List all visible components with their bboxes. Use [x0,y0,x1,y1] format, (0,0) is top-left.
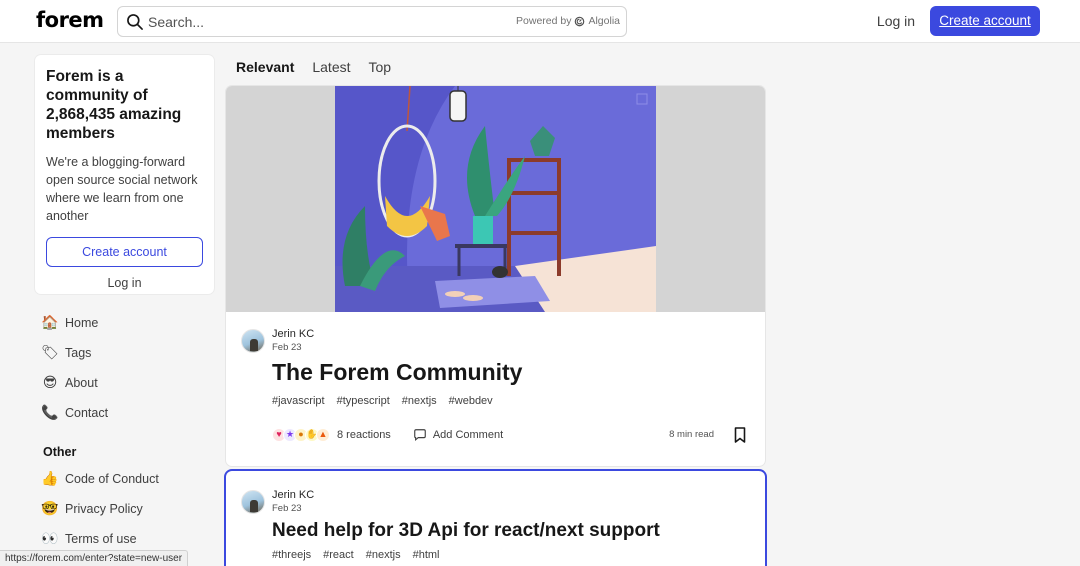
cover-illustration [335,86,656,312]
other-heading: Other [43,445,77,459]
community-description: We're a blogging-forward open source soc… [46,155,198,223]
sidebar-create-account-button[interactable]: Create account [46,237,203,267]
post-date[interactable]: Feb 23 [272,341,314,354]
forem-logo[interactable]: forem [36,8,104,32]
reactions-count[interactable]: 8 reactions [337,429,391,441]
powered-by-label: Powered by [516,15,572,27]
sidebar-item-privacy-policy[interactable]: 🤓 Privacy Policy [35,494,214,524]
post-author[interactable]: Jerin KC Feb 23 [241,328,314,354]
tag-link[interactable]: #typescript [337,395,390,407]
post-card[interactable]: Jerin KC Feb 23 The Forem Community #jav… [226,86,765,466]
tab-latest[interactable]: Latest [304,56,358,78]
tag-link[interactable]: #nextjs [366,549,401,561]
post-title[interactable]: Need help for 3D Api for react/next supp… [272,520,660,542]
add-comment-button[interactable]: Add Comment [413,428,503,442]
community-card: Forem is a community of 2,868,435 amazin… [35,55,214,294]
top-header: forem Powered by Algolia Log in Create a… [0,0,1080,43]
post-tags: #threejs #react #nextjs #html [272,549,451,561]
tab-top[interactable]: Top [361,56,400,78]
comment-icon [413,429,426,442]
tag-icon: 🏷 [41,345,59,361]
reaction-icons: ♥ ★ ● ✋ ▲ [272,428,330,442]
sidebar-item-code-of-conduct[interactable]: 👍 Code of Conduct [35,464,214,494]
sidebar-item-label: Home [65,316,99,330]
eyes-icon: 👀 [41,531,59,547]
house-icon: 🏠 [41,315,59,331]
status-bar-url: https://forem.com/enter?state=new-user [0,550,189,566]
tag-link[interactable]: #javascript [272,395,325,407]
tab-relevant[interactable]: Relevant [228,56,302,78]
read-time: 8 min read [669,429,714,440]
sidebar-item-about[interactable]: 😎 About [35,368,214,398]
avatar[interactable] [241,329,265,353]
tag-link[interactable]: #nextjs [402,395,437,407]
contact-icon: 📞 [41,405,59,421]
feed-tabs: Relevant Latest Top [228,56,401,78]
header-login-link[interactable]: Log in [866,6,926,37]
cover-image[interactable] [226,86,765,312]
sidebar-item-label: Tags [65,346,92,360]
post-card[interactable]: Jerin KC Feb 23 Need help for 3D Api for… [226,471,765,566]
sidebar-item-label: Contact [65,406,109,420]
fire-reaction-icon: ▲ [316,428,330,442]
search-input[interactable] [148,11,508,33]
sidebar-item-label: Privacy Policy [65,502,143,516]
post-title[interactable]: The Forem Community [272,359,522,386]
post-date[interactable]: Feb 23 [272,502,314,515]
algolia-icon [575,16,585,26]
search-icon [127,14,143,30]
sidebar-item-tags[interactable]: 🏷 Tags [35,338,214,368]
tag-link[interactable]: #html [413,549,440,561]
thumbs-up-icon: 👍 [41,471,59,487]
tag-link[interactable]: #webdev [449,395,493,407]
bookmark-icon[interactable] [730,425,750,445]
sidebar-item-label: About [65,376,98,390]
post-author[interactable]: Jerin KC Feb 23 [241,489,314,515]
search-bar[interactable]: Powered by Algolia [117,6,627,37]
algolia-label: Algolia [588,15,620,27]
nerd-face-icon: 🤓 [41,501,59,517]
avatar[interactable] [241,490,265,514]
add-comment-label: Add Comment [432,429,504,441]
sidebar-login-link[interactable]: Log in [46,276,203,290]
tag-link[interactable]: #threejs [272,549,311,561]
author-name[interactable]: Jerin KC [272,489,314,502]
sidebar-item-label: Terms of use [65,532,137,546]
community-heading: Forem is a community of 2,868,435 amazin… [46,68,182,142]
author-name[interactable]: Jerin KC [272,328,314,341]
powered-by-algolia[interactable]: Powered by Algolia [516,15,620,27]
header-create-account-button[interactable]: Create account [930,6,1040,36]
sidebar-item-contact[interactable]: 📞 Contact [35,398,214,428]
sunglasses-icon: 😎 [42,375,58,391]
tag-link[interactable]: #react [323,549,354,561]
sidebar-nav: 🏠 Home 🏷 Tags 😎 About 📞 Contact Other 👍 Code … [35,308,214,554]
sidebar-item-home[interactable]: 🏠 Home [35,308,214,338]
post-tags: #javascript #typescript #nextjs #webdev [272,395,505,407]
post-footer: ♥ ★ ● ✋ ▲ 8 reactions Add Comment 8 min … [272,425,752,445]
sidebar-item-label: Code of Conduct [65,472,159,486]
